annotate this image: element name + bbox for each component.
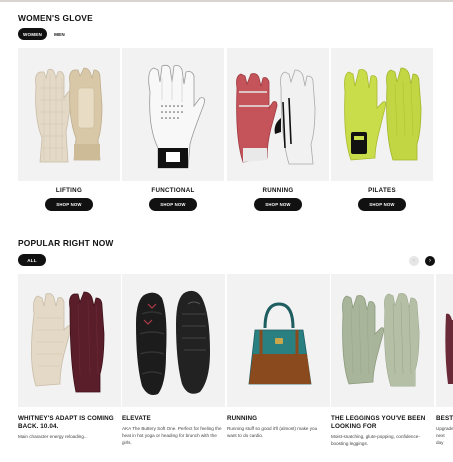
category-card-pilates[interactable] — [331, 48, 433, 181]
crochet-lifting-glove-icon — [35, 67, 103, 163]
popular-title-running[interactable]: RUNNING — [227, 415, 327, 423]
popular-title-leggings[interactable]: THE LEGGINGS YOU'VE BEEN LOOKING FOR — [331, 415, 431, 431]
popular-card-leggings[interactable] — [331, 274, 434, 407]
popular-desc-adapt: Main character energy reloading... — [18, 434, 88, 439]
popular-desc-running: Running stuff so good it'll (almost) mak… — [227, 426, 318, 438]
filter-men-tab[interactable]: MEN — [49, 28, 70, 40]
partial-product-icon — [445, 313, 453, 384]
filter-all-tab[interactable]: ALL — [18, 254, 46, 266]
popular-desc-elevate: AKA The Buttery Soft One. Perfect for fe… — [122, 426, 222, 445]
popular-card-elevate[interactable] — [122, 274, 225, 407]
shop-now-button-functional[interactable]: SHOP NOW — [149, 198, 197, 211]
popular-desc-partial: Upgrade next day — [436, 426, 453, 445]
category-name-pilates: PILATES — [368, 187, 396, 194]
category-card-running[interactable] — [227, 48, 329, 181]
carousel-prev-button[interactable]: ‹ — [409, 256, 419, 266]
shop-now-button-lifting[interactable]: SHOP NOW — [45, 198, 93, 211]
category-name-functional: FUNCTIONAL — [151, 187, 195, 194]
category-card-lifting[interactable] — [18, 48, 120, 181]
popular-card-running[interactable] — [227, 274, 330, 407]
popular-desc-leggings: Moist-snatching, glute-popping, confiden… — [331, 434, 420, 446]
white-golf-glove-icon — [148, 64, 205, 169]
carousel-next-button[interactable]: › — [425, 256, 435, 266]
popular-card-partial[interactable] — [436, 274, 453, 407]
black-shoes-icon — [136, 290, 210, 395]
top-hero-strip — [0, 0, 453, 2]
popular-section-title: POPULAR RIGHT NOW — [18, 238, 114, 248]
filter-women-tab[interactable]: WOMEN — [18, 28, 47, 40]
category-card-functional[interactable] — [122, 48, 224, 181]
teal-handbag-icon — [248, 302, 312, 385]
womens-section-title: WOMEN'S GLOVE — [18, 13, 93, 23]
lime-pilates-glove-icon — [344, 67, 422, 161]
red-running-glove-icon — [236, 69, 316, 165]
shop-now-button-running[interactable]: SHOP NOW — [254, 198, 302, 211]
category-name-running: RUNNING — [262, 187, 294, 194]
category-name-lifting: LIFTING — [55, 187, 83, 194]
popular-card-adapt[interactable] — [18, 274, 121, 407]
sage-gloves-icon — [342, 293, 420, 387]
popular-title-elevate[interactable]: ELEVATE — [122, 415, 222, 423]
popular-title-partial[interactable]: BEST — [436, 415, 453, 423]
popular-title-adapt[interactable]: WHITNEY'S ADAPT IS COMING BACK. 10.04. — [18, 415, 118, 431]
crochet-burgundy-glove-icon — [31, 291, 105, 393]
shop-now-button-pilates[interactable]: SHOP NOW — [358, 198, 406, 211]
